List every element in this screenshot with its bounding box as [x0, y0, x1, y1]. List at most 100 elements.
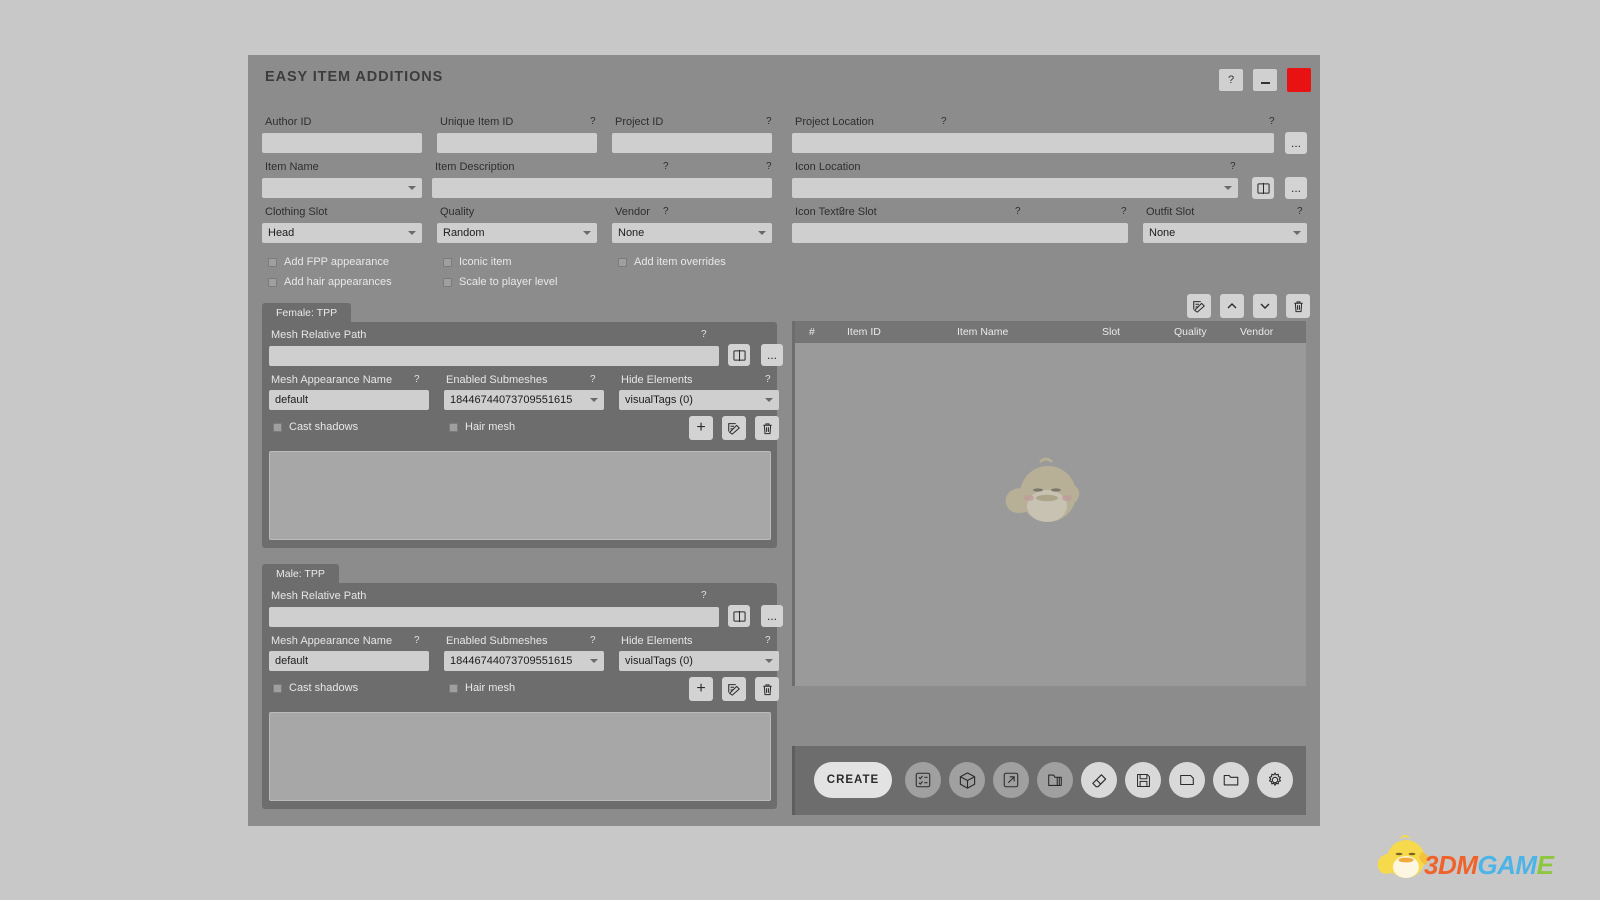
item-description-label: Item Description [435, 161, 515, 173]
item-name-combo[interactable] [262, 178, 422, 198]
column-header-quality[interactable]: Quality [1174, 326, 1240, 338]
mesh-path-browse-button[interactable]: ... [761, 344, 783, 366]
mesh-appearance-name-hint-icon[interactable]: ? [414, 635, 420, 646]
hide-elements-combo[interactable]: visualTags (0) [619, 390, 779, 410]
checkbox-iconic-item[interactable]: Iconic item [443, 256, 512, 268]
edit-appearance-button-female[interactable] [722, 416, 746, 440]
quality-combo[interactable]: Random [437, 223, 597, 243]
column-header-slot[interactable]: Slot [1102, 326, 1174, 338]
checkbox-box [273, 422, 282, 432]
enabled-submeshes-hint-icon[interactable]: ? [590, 374, 596, 385]
create-button[interactable]: CREATE [814, 762, 892, 798]
vendor-combo[interactable]: None [612, 223, 772, 243]
item-description-hint-icon[interactable]: ? [766, 161, 772, 172]
icon-location-hint-icon[interactable]: ? [1230, 161, 1236, 172]
icon-texture-slot-input[interactable] [792, 223, 1128, 243]
item-list-panel: # Item ID Item Name Slot Quality Vendor [792, 321, 1306, 686]
icon-location-combo[interactable] [792, 178, 1238, 198]
unique-item-id-input[interactable] [437, 133, 597, 153]
project-location-browse-button[interactable]: ... [1285, 132, 1307, 154]
mesh-path-preview-button[interactable] [728, 605, 750, 627]
chevron-down-icon [583, 231, 591, 235]
icon-location-browse-button[interactable]: ... [1285, 177, 1307, 199]
add-appearance-button-male[interactable]: + [689, 677, 713, 701]
checkbox-scale-to-player-level[interactable]: Scale to player level [443, 276, 557, 288]
icon-location-preview-button[interactable] [1252, 177, 1274, 199]
mesh-path-preview-button[interactable] [728, 344, 750, 366]
enabled-submeshes-combo[interactable]: 18446744073709551615 [444, 390, 604, 410]
appearance-list-female[interactable] [269, 451, 771, 540]
unique-item-id-hint-icon[interactable]: ? [766, 116, 772, 127]
move-down-button[interactable] [1253, 294, 1277, 318]
validate-button[interactable] [905, 762, 941, 798]
mesh-relative-path-hint-icon[interactable]: ? [701, 329, 707, 340]
checkbox-cast-shadows-male[interactable]: Cast shadows [273, 682, 358, 694]
mesh-path-browse-button[interactable]: ... [761, 605, 783, 627]
gear-icon [1268, 772, 1282, 786]
clear-button[interactable] [1081, 762, 1117, 798]
export-button[interactable] [993, 762, 1029, 798]
item-name-hint-icon[interactable]: ? [663, 161, 669, 172]
tab-female-tpp[interactable]: Female: TPP [262, 303, 352, 322]
project-location-input[interactable] [792, 133, 1274, 153]
checkbox-add-item-overrides[interactable]: Add item overrides [618, 256, 726, 268]
checkbox-add-fpp-appearance[interactable]: Add FPP appearance [268, 256, 389, 268]
project-id-hint-icon[interactable]: ? [941, 116, 947, 127]
close-button[interactable] [1287, 68, 1311, 92]
checkbox-add-hair-appearances[interactable]: Add hair appearances [268, 276, 392, 288]
delete-appearance-button-female[interactable] [755, 416, 779, 440]
author-id-input[interactable] [262, 133, 422, 153]
checkbox-label: Hair mesh [465, 421, 516, 433]
save-button[interactable] [1125, 762, 1161, 798]
column-header-item-id[interactable]: Item ID [847, 326, 957, 338]
minimize-button[interactable] [1253, 69, 1277, 91]
column-header-index[interactable]: # [809, 326, 847, 338]
clothing-slot-hint-icon[interactable]: ? [663, 206, 669, 217]
delete-appearance-button-male[interactable] [755, 677, 779, 701]
project-id-input[interactable] [612, 133, 772, 153]
outfit-slot-combo[interactable]: None [1143, 223, 1307, 243]
mesh-relative-path-hint-icon[interactable]: ? [701, 590, 707, 601]
edit-appearance-button-male[interactable] [722, 677, 746, 701]
hide-elements-hint-icon[interactable]: ? [765, 374, 771, 385]
project-location-hint-icon[interactable]: ? [1269, 116, 1275, 127]
checkbox-label: Hair mesh [465, 682, 516, 694]
move-up-button[interactable] [1220, 294, 1244, 318]
open-button[interactable] [1213, 762, 1249, 798]
archive-button[interactable] [1037, 762, 1073, 798]
quality-value: Random [443, 227, 485, 239]
tab-male-tpp[interactable]: Male: TPP [262, 564, 339, 583]
item-description-input[interactable] [432, 178, 772, 198]
checkbox-hair-mesh-female[interactable]: Hair mesh [449, 421, 515, 433]
package-button[interactable] [949, 762, 985, 798]
checkbox-cast-shadows-female[interactable]: Cast shadows [273, 421, 358, 433]
icon-texture-slot-hint-icon[interactable]: ? [1121, 206, 1127, 217]
enabled-submeshes-hint-icon[interactable]: ? [590, 635, 596, 646]
mesh-appearance-name-input[interactable] [269, 651, 429, 671]
checkbox-hair-mesh-male[interactable]: Hair mesh [449, 682, 515, 694]
delete-item-button[interactable] [1286, 294, 1310, 318]
item-list-body[interactable] [795, 343, 1306, 686]
clothing-slot-combo[interactable]: Head [262, 223, 422, 243]
hide-elements-combo[interactable]: visualTags (0) [619, 651, 779, 671]
new-button[interactable] [1169, 762, 1205, 798]
folder-icon [1223, 774, 1239, 786]
hide-elements-label: Hide Elements [621, 374, 693, 386]
appearance-list-male[interactable] [269, 712, 771, 801]
clothing-slot-label: Clothing Slot [265, 206, 328, 218]
add-appearance-button-female[interactable]: + [689, 416, 713, 440]
hide-elements-hint-icon[interactable]: ? [765, 635, 771, 646]
author-id-hint-icon[interactable]: ? [590, 116, 596, 127]
enabled-submeshes-combo[interactable]: 18446744073709551615 [444, 651, 604, 671]
settings-button[interactable] [1257, 762, 1293, 798]
edit-item-button[interactable] [1187, 294, 1211, 318]
mesh-appearance-name-hint-icon[interactable]: ? [414, 374, 420, 385]
column-header-vendor[interactable]: Vendor [1240, 326, 1273, 338]
column-header-item-name[interactable]: Item Name [957, 326, 1102, 338]
mesh-relative-path-input[interactable] [269, 607, 719, 627]
vendor-hint-icon[interactable]: ? [1015, 206, 1021, 217]
help-button[interactable]: ? [1219, 69, 1243, 91]
mesh-relative-path-input[interactable] [269, 346, 719, 366]
outfit-slot-hint-icon[interactable]: ? [1297, 206, 1303, 217]
mesh-appearance-name-input[interactable] [269, 390, 429, 410]
